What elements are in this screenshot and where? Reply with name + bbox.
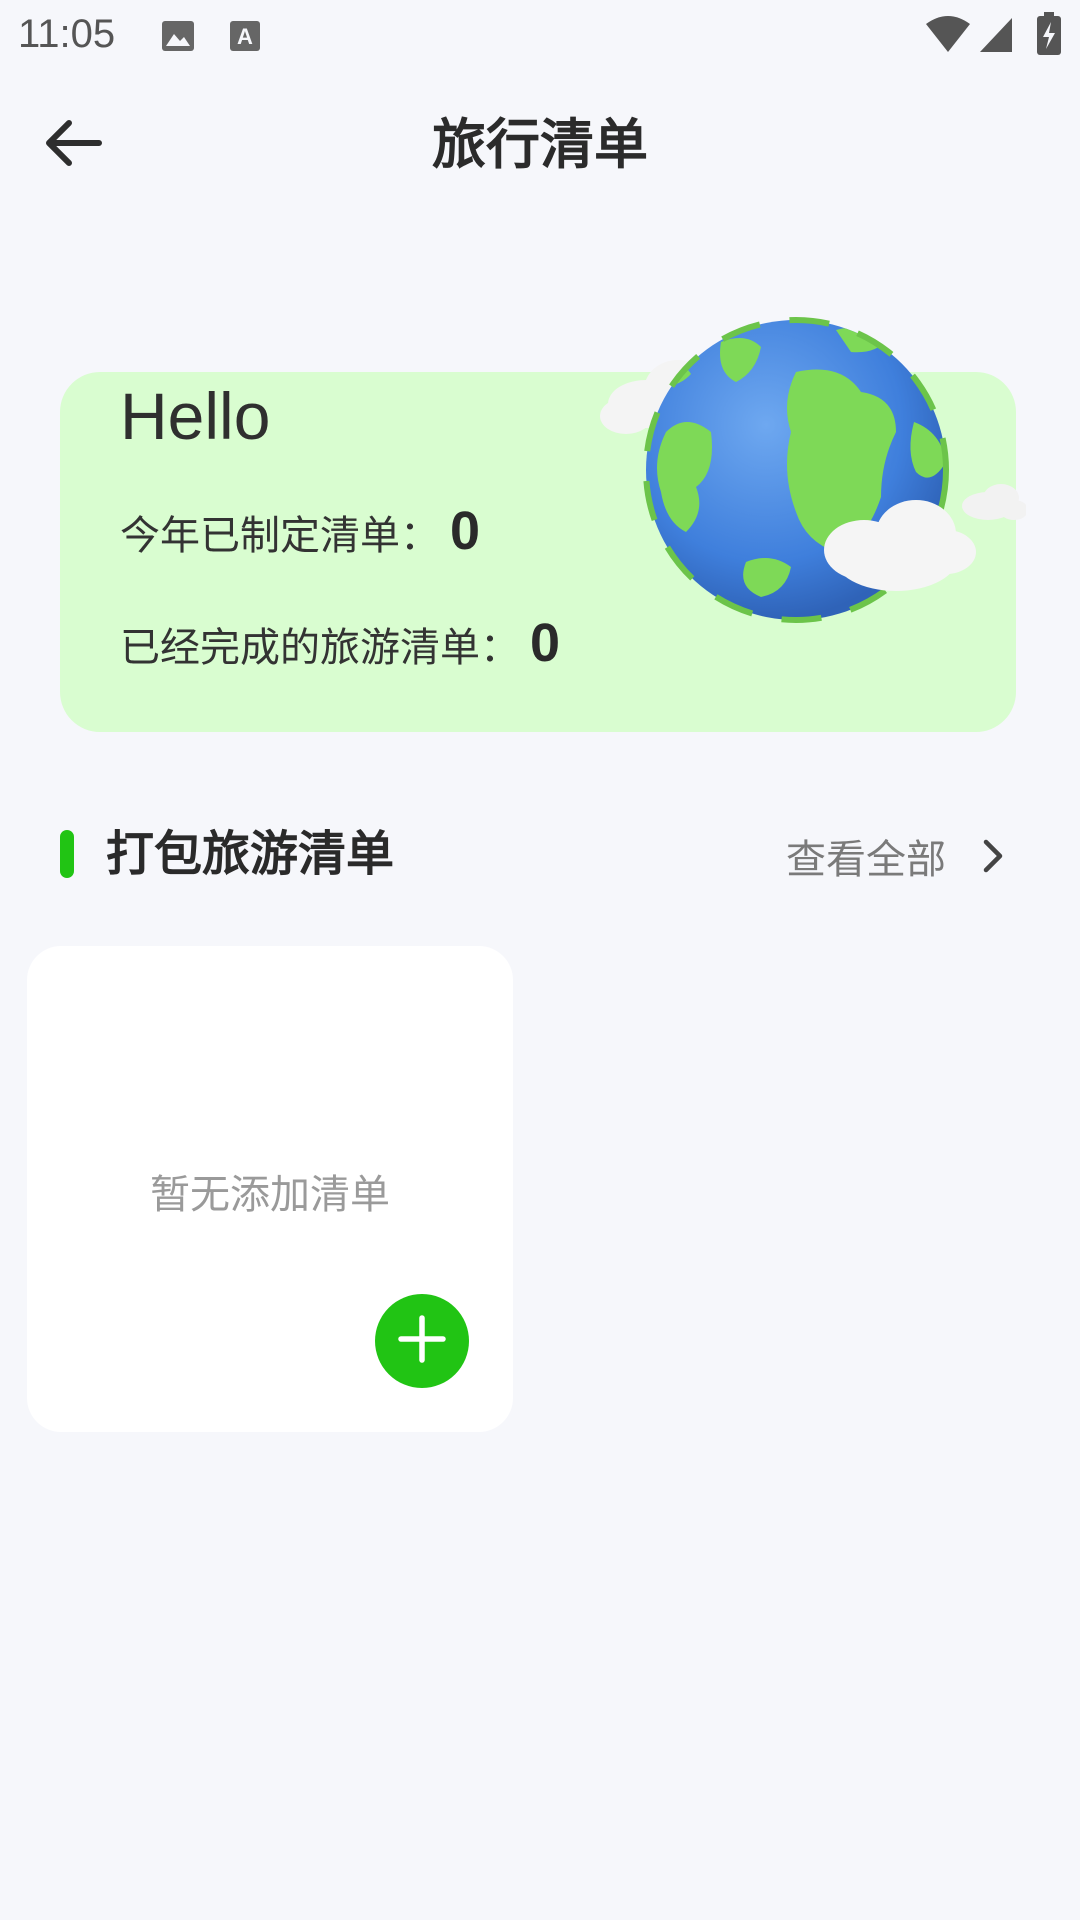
image-icon [160,18,196,58]
text-icon: A [228,18,262,58]
status-bar: 11:05 A [0,0,1080,74]
section-accent-bar [60,830,74,878]
globe-illustration [596,312,1028,642]
stat-value: 0 [530,613,561,673]
stat-plans-this-year: 今年已制定清单： 0 [120,500,480,562]
view-all-button[interactable]: 查看全部 [786,826,1006,886]
packing-list-card[interactable]: 暂无添加清单 [27,946,513,1432]
empty-state-text: 暂无添加清单 [150,1172,390,1218]
screen: 11:05 A 旅行清单 Hello 今年已制定清单： 0 已经完成的旅游清单：… [0,0,1080,1920]
page-title: 旅行清单 [432,113,648,176]
battery-charging-icon [1036,12,1062,60]
plus-icon [397,1314,447,1368]
greeting: Hello [120,379,271,453]
section-title: 打包旅游清单 [106,826,395,882]
chevron-right-icon [980,836,1006,876]
status-time: 11:05 [18,12,116,56]
add-list-button[interactable] [375,1294,469,1388]
stat-completed-trips: 已经完成的旅游清单： 0 [120,612,560,674]
wifi-icon [924,14,972,58]
signal-icon [978,16,1014,58]
stat-label: 今年已制定清单： [120,513,440,559]
back-button[interactable] [30,110,114,180]
stat-label: 已经完成的旅游清单： [120,625,520,671]
arrow-left-icon [41,118,103,172]
svg-text:A: A [237,24,253,49]
stat-value: 0 [450,501,481,561]
view-all-label: 查看全部 [786,837,946,883]
